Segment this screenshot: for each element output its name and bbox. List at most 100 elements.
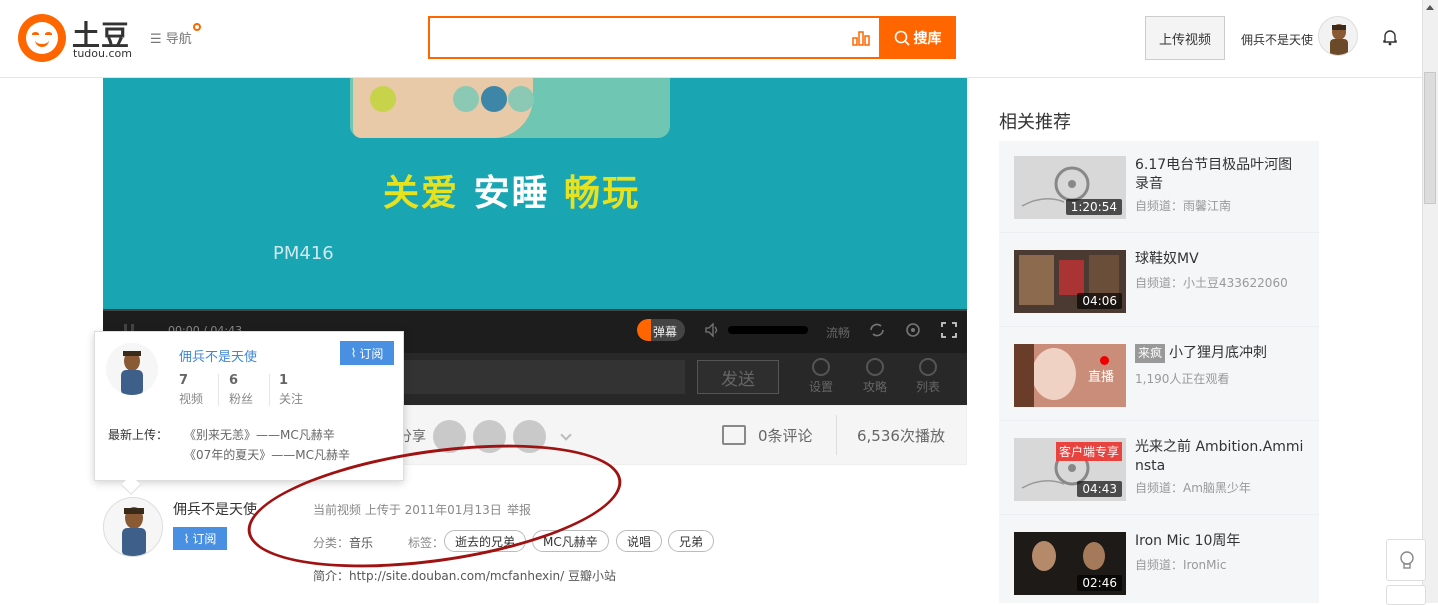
stat-label: 视频 — [179, 392, 204, 406]
stat-number: 6 — [229, 373, 239, 388]
play-count: 6,536次播放 — [857, 427, 945, 445]
uploader-avatar[interactable] — [103, 497, 163, 557]
bar-guide-button[interactable]: 攻略 — [857, 358, 893, 398]
list-icon — [919, 358, 937, 376]
scroll-up-arrow-icon[interactable] — [1426, 5, 1434, 10]
stat-number: 1 — [279, 373, 289, 388]
client-exclusive-badge: 客户端专享 — [1056, 442, 1123, 461]
laifeng-badge: 来疯 — [1135, 344, 1166, 363]
video-intro: 简介：http://site.douban.com/mcfanhexin/ 豆瓣… — [313, 569, 617, 583]
related-channel[interactable]: 自频道：雨馨江南 — [1135, 197, 1231, 214]
settings-icon — [812, 358, 830, 376]
ad-slogan-3: 畅玩 — [564, 173, 641, 214]
related-viewers: 1,190人正在观看 — [1135, 372, 1230, 386]
search-box — [428, 16, 880, 59]
latest-upload-link[interactable]: 《别来无恙》——MC凡赫辛 — [184, 426, 335, 443]
fullscreen-icon[interactable] — [940, 321, 958, 339]
related-thumbnail[interactable]: 直播 — [1014, 344, 1126, 407]
tag-chip[interactable]: 兄弟 — [668, 530, 715, 552]
related-channel[interactable]: 自频道：IronMic — [1135, 556, 1226, 573]
bar-settings-label: 设置 — [808, 380, 833, 394]
live-dot-icon — [1100, 356, 1109, 365]
header-username[interactable]: 佣兵不是天使 — [1241, 31, 1313, 48]
upload-video-button[interactable]: 上传视频 — [1145, 16, 1225, 60]
search-input[interactable] — [430, 18, 830, 57]
popover-username[interactable]: 佣兵不是天使 — [179, 346, 257, 365]
danmu-toggle[interactable]: 弹幕 — [637, 319, 685, 341]
latest-upload-link[interactable]: 《07年的夏天》——MC凡赫辛 — [184, 446, 350, 463]
stat-divider — [218, 374, 219, 406]
popover-subscribe-button[interactable]: ⌇ 订阅 — [340, 341, 394, 365]
latest-upload-label: 最新上传： — [108, 428, 169, 442]
tag-chip[interactable]: 说唱 — [616, 530, 663, 552]
volume-slider[interactable] — [728, 326, 808, 334]
settings-gear-icon[interactable] — [904, 321, 922, 339]
related-item[interactable]: 04:06 球鞋奴MV 自频道：小土豆433622060 — [999, 235, 1319, 327]
video-duration: 1:20:54 — [1065, 199, 1122, 215]
user-avatar[interactable] — [1318, 16, 1358, 56]
related-channel[interactable]: 自频道：Am脑黑少年 — [1135, 479, 1251, 496]
related-thumbnail[interactable]: 客户端专享 04:43 — [1014, 438, 1126, 501]
popover-stat-following[interactable]: 1 关注 — [279, 373, 319, 407]
search-button-label: 搜库 — [913, 30, 942, 47]
tudou-logo-icon[interactable] — [18, 14, 66, 62]
lightbulb-icon[interactable] — [1386, 539, 1426, 581]
search-icon — [894, 30, 910, 46]
video-duration: 02:46 — [1077, 575, 1122, 591]
search-button[interactable]: 搜库 — [879, 16, 956, 59]
related-video-title[interactable]: 光来之前 Ambition.Amminsta — [1135, 438, 1305, 476]
related-item[interactable]: 直播 来疯 小了狸月底冲刺 1,190人正在观看 — [999, 329, 1319, 421]
related-thumbnail[interactable]: 1:20:54 — [1014, 156, 1126, 219]
scrollbar-thumb[interactable] — [1424, 72, 1436, 204]
stat-label: 粉丝 — [229, 392, 254, 406]
related-video-title[interactable]: 球鞋奴MV — [1135, 250, 1305, 269]
related-item[interactable]: 1:20:54 6.17电台节目极品叶河图录音 自频道：雨馨江南 — [999, 141, 1319, 233]
uploader-name[interactable]: 佣兵不是天使 — [173, 499, 257, 519]
stat-number: 7 — [179, 373, 189, 388]
comment-icon[interactable] — [722, 425, 746, 445]
ad-slogan-2: 安睡 — [473, 173, 550, 214]
logo-domain: tudou.com — [73, 47, 132, 60]
popover-avatar[interactable] — [106, 343, 158, 395]
comment-count[interactable]: 0条评论 — [758, 425, 813, 446]
video-player-screen[interactable]: 关爱 安睡 畅玩 PM416 — [103, 78, 967, 309]
live-label: 直播 — [1088, 370, 1115, 385]
bell-icon[interactable] — [1382, 28, 1398, 46]
stats-divider — [836, 415, 837, 455]
feedback-button[interactable] — [1386, 585, 1426, 605]
bar-settings-button[interactable]: 设置 — [803, 358, 839, 398]
volume-icon[interactable] — [704, 322, 720, 338]
trending-chart-icon[interactable] — [852, 30, 870, 46]
rss-icon: ⌇ — [183, 531, 190, 546]
video-duration: 04:06 — [1077, 293, 1122, 309]
danmu-input[interactable] — [400, 360, 685, 394]
nav-menu-button[interactable]: ☰ 导航 — [150, 28, 192, 47]
rss-icon: ⌇ — [350, 346, 357, 360]
related-item[interactable]: 客户端专享 04:43 光来之前 Ambition.Amminsta 自频道：A… — [999, 423, 1319, 515]
loop-icon[interactable] — [868, 321, 886, 339]
nav-notification-dot-icon — [193, 23, 201, 31]
popover-subscribe-label: 订阅 — [359, 346, 384, 361]
quality-selector[interactable]: 流畅 — [826, 324, 850, 341]
popover-stat-videos[interactable]: 7 视频 — [179, 373, 219, 407]
popover-stat-fans[interactable]: 6 粉丝 — [229, 373, 269, 407]
ad-code: PM416 — [273, 243, 334, 264]
related-channel[interactable]: 自频道：小土豆433622060 — [1135, 274, 1288, 291]
video-duration: 04:43 — [1077, 481, 1122, 497]
related-title: 相关推荐 — [999, 112, 1071, 133]
related-video-title[interactable]: 6.17电台节目极品叶河图录音 — [1135, 156, 1305, 194]
danmu-send-button[interactable]: 发送 — [697, 360, 779, 394]
related-thumbnail[interactable]: 04:06 — [1014, 250, 1126, 313]
stat-divider — [269, 374, 270, 406]
stat-label: 关注 — [279, 392, 304, 406]
related-video-title[interactable]: 来疯 小了狸月底冲刺 — [1135, 344, 1305, 363]
ad-slogan: 关爱 安睡 畅玩 — [383, 164, 640, 216]
bar-list-button[interactable]: 列表 — [910, 358, 946, 398]
related-video-title[interactable]: Iron Mic 10周年 — [1135, 532, 1305, 551]
uploader-subscribe-button[interactable]: ⌇ 订阅 — [173, 527, 227, 550]
related-item[interactable]: 02:46 Iron Mic 10周年 自频道：IronMic — [999, 517, 1319, 603]
uploader-subscribe-label: 订阅 — [192, 532, 217, 546]
danmu-toggle-label: 弹幕 — [653, 325, 678, 339]
related-thumbnail[interactable]: 02:46 — [1014, 532, 1126, 595]
guide-icon — [866, 358, 884, 376]
